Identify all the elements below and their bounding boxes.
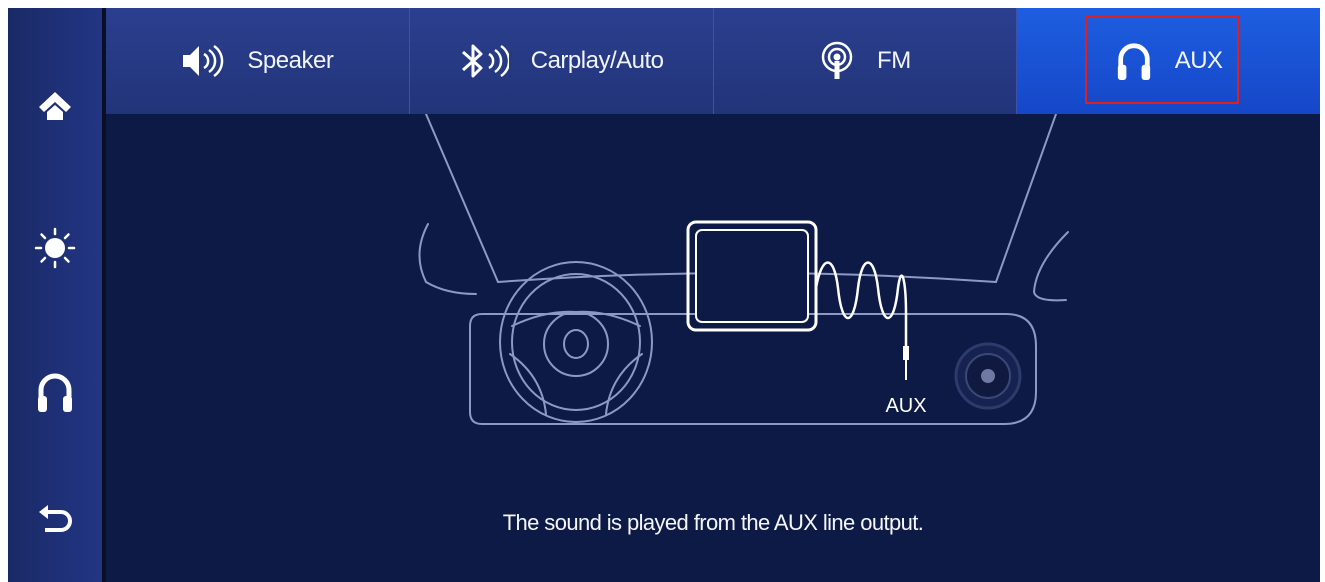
tab-carplay-auto[interactable]: Carplay/Auto [409, 8, 714, 114]
audio-button[interactable] [8, 364, 102, 424]
brightness-icon [33, 226, 77, 275]
tab-fm-label: FM [877, 47, 911, 74]
bluetooth-icon [459, 42, 509, 80]
speaker-icon [181, 43, 225, 79]
status-caption: The sound is played from the AUX line ou… [502, 510, 924, 535]
back-arrow-icon [35, 500, 75, 545]
tab-fm[interactable]: FM [713, 8, 1018, 114]
home-icon [35, 86, 75, 131]
main-content: AUX The sound is played from the AUX lin… [106, 114, 1320, 582]
audio-output-tabs: Speaker Carplay/Auto FM AUX [106, 8, 1320, 114]
selection-highlight [1085, 16, 1240, 104]
headphones-icon [35, 370, 75, 419]
tab-speaker[interactable]: Speaker [106, 8, 410, 114]
tab-carplay-auto-label: Carplay/Auto [530, 47, 664, 74]
radio-icon [819, 41, 855, 81]
tab-aux[interactable]: AUX [1017, 8, 1320, 114]
tab-speaker-label: Speaker [247, 47, 334, 74]
sidebar [8, 8, 106, 582]
home-button[interactable] [8, 78, 102, 138]
aux-port-label: AUX [885, 395, 926, 417]
brightness-button[interactable] [8, 220, 102, 280]
back-button[interactable] [8, 492, 102, 552]
app-frame: Speaker Carplay/Auto FM AUX AUX The soun… [8, 8, 1320, 582]
